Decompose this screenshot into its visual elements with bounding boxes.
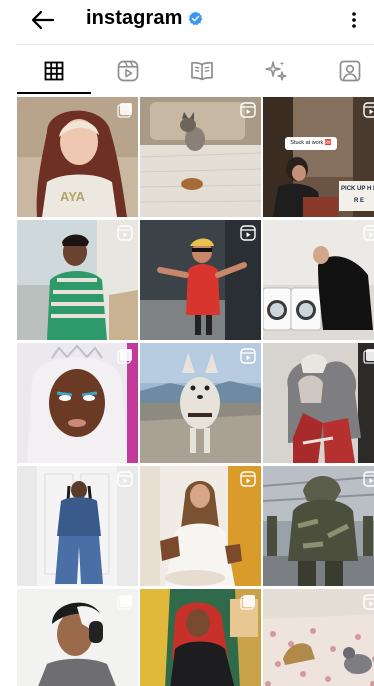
- post-image: [263, 220, 374, 340]
- selected-tab-indicator: [17, 92, 91, 94]
- reel-icon: [363, 471, 374, 487]
- header-divider: [16, 44, 374, 45]
- carousel-icon: [363, 349, 374, 364]
- post-thumbnail[interactable]: [140, 220, 261, 340]
- carousel-icon: [117, 103, 132, 118]
- tab-tagged[interactable]: [313, 48, 374, 94]
- post-thumbnail[interactable]: [140, 343, 261, 463]
- verified-badge-icon: [188, 11, 203, 26]
- tab-posts[interactable]: [17, 48, 91, 94]
- carousel-icon: [117, 595, 132, 610]
- profile-header: instagram: [0, 0, 374, 40]
- reel-icon: [240, 348, 256, 364]
- reel-icon: [363, 102, 374, 118]
- post-thumbnail[interactable]: AYA: [17, 97, 138, 217]
- guide-book-icon: [191, 61, 213, 81]
- post-thumbnail[interactable]: [140, 589, 261, 686]
- reel-icon: [240, 471, 256, 487]
- more-options-button[interactable]: [344, 8, 364, 32]
- post-thumbnail[interactable]: [17, 220, 138, 340]
- arrow-left-icon: [31, 10, 55, 30]
- reel-icon: [363, 594, 374, 610]
- post-thumbnail[interactable]: [140, 97, 261, 217]
- tab-effects[interactable]: [239, 48, 313, 94]
- post-thumbnail[interactable]: [17, 589, 138, 686]
- more-vertical-icon: [352, 12, 356, 28]
- post-thumbnail[interactable]: [263, 343, 374, 463]
- svg-text:AYA: AYA: [60, 189, 86, 204]
- post-image: [263, 343, 374, 463]
- reel-icon: [240, 225, 256, 241]
- post-thumbnail[interactable]: Stuck at work 🆘 PICK UP H E R E: [263, 97, 374, 217]
- post-image: [263, 466, 374, 586]
- sparkles-icon: [265, 61, 287, 81]
- back-button[interactable]: [30, 8, 56, 32]
- post-thumbnail[interactable]: [263, 589, 374, 686]
- tab-reels[interactable]: [91, 48, 165, 94]
- store-sign-text: PICK UP H E R E: [341, 186, 374, 204]
- profile-tabs: [0, 48, 374, 94]
- post-thumbnail[interactable]: [17, 343, 138, 463]
- reel-icon: [363, 225, 374, 241]
- reel-icon: [117, 471, 133, 487]
- reels-icon: [117, 60, 139, 82]
- carousel-icon: [240, 595, 255, 610]
- post-thumbnail[interactable]: [263, 220, 374, 340]
- post-thumbnail[interactable]: [17, 466, 138, 586]
- grid-icon: [44, 61, 64, 81]
- carousel-icon: [117, 349, 132, 364]
- reel-icon: [240, 102, 256, 118]
- tagged-person-icon: [339, 60, 361, 82]
- tab-guides[interactable]: [165, 48, 239, 94]
- post-thumbnail[interactable]: [263, 466, 374, 586]
- post-thumbnail[interactable]: [140, 466, 261, 586]
- post-image: [263, 589, 374, 686]
- reel-icon: [117, 225, 133, 241]
- profile-username: instagram: [86, 7, 183, 29]
- sticker-caption: Stuck at work 🆘: [290, 140, 332, 146]
